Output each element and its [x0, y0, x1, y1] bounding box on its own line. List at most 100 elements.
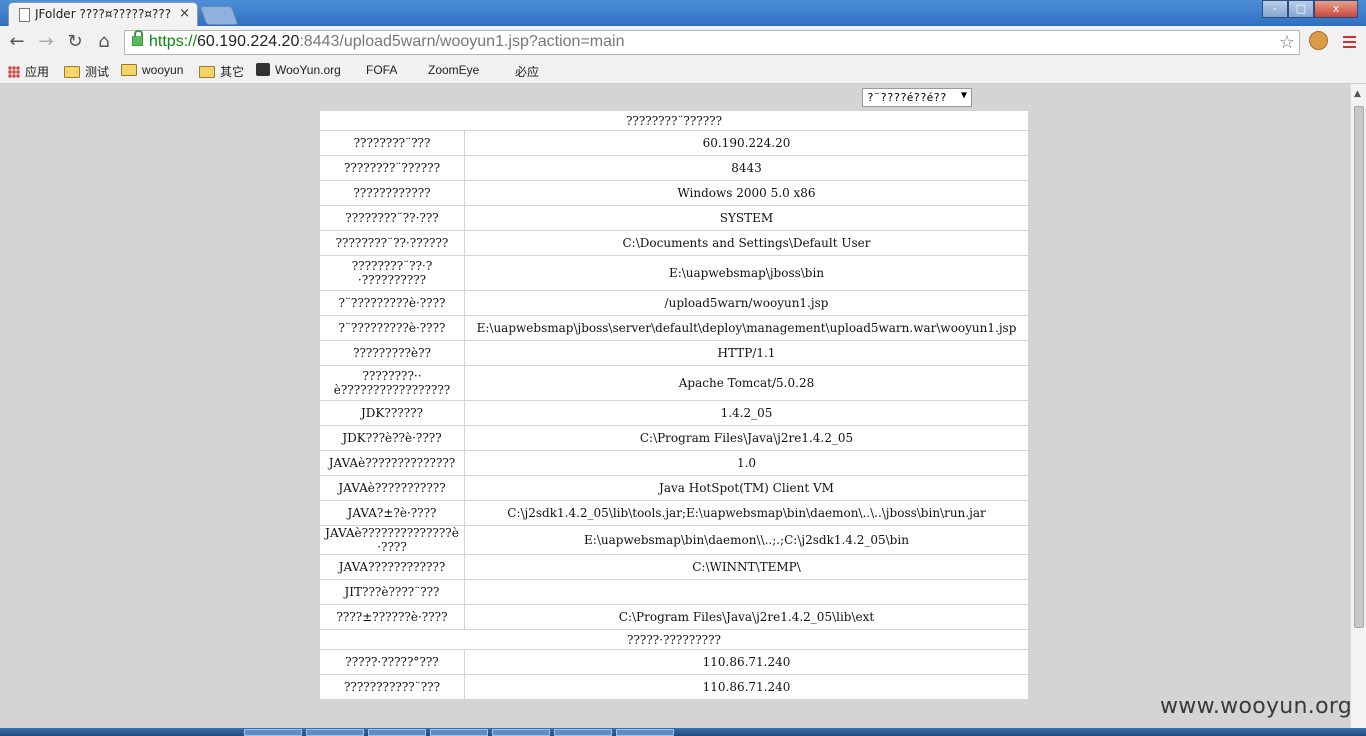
- page-favicon-icon: [19, 8, 30, 22]
- table-row: JAVAè??????????? Java HotSpot(TM) Client …: [319, 475, 1029, 501]
- table-row: ????±??????è·???? C:\Program Files\Java\j…: [319, 604, 1029, 630]
- row-key: ????±??????è·????: [319, 604, 465, 630]
- address-bar[interactable]: https://60.190.224.20:8443/upload5warn/w…: [124, 30, 1300, 55]
- row-value: 1.0: [464, 450, 1029, 476]
- bookmark-zoomeye[interactable]: ZoomEye: [428, 63, 479, 160]
- row-key: ????????¨???: [319, 130, 465, 156]
- taskbar-item[interactable]: [492, 729, 550, 736]
- secure-lock-icon: [132, 30, 143, 46]
- table-row: ????????¨??·?·?????????? E:\uapwebsmap\jb…: [319, 255, 1029, 291]
- row-value: C:\Program Files\Java\j2re1.4.2_05\lib\e…: [464, 604, 1029, 630]
- row-key: ????????¨??·???: [319, 205, 465, 231]
- table-row: ?¨?????????è·????/upload5warn/wooyun1.js…: [319, 290, 1029, 316]
- bookmark-folder-test[interactable]: 测试: [64, 63, 109, 80]
- table-row: ?¨?????????è·???? E:\uapwebsmap\jboss\ser…: [319, 315, 1029, 341]
- row-key: JIT???è????¨???: [319, 579, 465, 605]
- row-key: ???????????¨???: [319, 674, 465, 700]
- browser-toolbar: ← → ↻ ⌂ https://60.190.224.20:8443/uploa…: [0, 26, 1366, 58]
- table-row: ???????????? Windows 2000 5.0 x86: [319, 180, 1029, 206]
- wooyun-favicon-icon: [256, 63, 270, 76]
- scrollbar-thumb[interactable]: [1354, 106, 1364, 628]
- chrome-menu-icon[interactable]: [1343, 36, 1356, 51]
- bookmarks-bar: 应用 测试 wooyun 其它 WooYun.org FOFA ZoomEye …: [0, 58, 1366, 160]
- row-key: ?¨?????????è·????: [319, 290, 465, 316]
- table-row: ???????????¨??? 110.86.71.240: [319, 674, 1029, 700]
- row-value: Apache Tomcat/5.0.28: [464, 365, 1029, 401]
- table-row: ????????¨??·?????? C:\Documents and Setti…: [319, 230, 1029, 256]
- cookie-extension-icon[interactable]: [1309, 31, 1328, 50]
- table-row: ????????··è????????????????? Apache Tomca…: [319, 365, 1029, 401]
- bookmark-apps[interactable]: 应用: [8, 63, 49, 80]
- vertical-scrollbar[interactable]: ▲: [1350, 84, 1366, 728]
- row-value: 60.190.224.20: [464, 130, 1029, 156]
- row-value: /upload5warn/wooyun1.jsp: [464, 290, 1029, 316]
- table-row: JDK???è??è·???? C:\Program Files\Java\j2r…: [319, 425, 1029, 451]
- folder-icon: [121, 64, 137, 76]
- table-row: JAVA?±?è·???? C:\j2sdk1.4.2_05\lib\tools.…: [319, 500, 1029, 526]
- reload-icon[interactable]: ↻: [65, 32, 85, 52]
- tab-title: JFolder ????¤?????¤???: [35, 7, 172, 21]
- bookmark-wooyun-org[interactable]: WooYun.org: [256, 63, 341, 77]
- bookmark-bing[interactable]: 必应: [515, 63, 539, 160]
- row-value: 8443: [464, 155, 1029, 181]
- taskbar-item[interactable]: [244, 729, 302, 736]
- maximize-button[interactable]: □: [1288, 0, 1314, 18]
- row-value: Java HotSpot(TM) Client VM: [464, 475, 1029, 501]
- browser-tab[interactable]: JFolder ????¤?????¤??? ×: [8, 2, 198, 26]
- table-row: ????????¨?????? 8443: [319, 155, 1029, 181]
- row-value: E:\uapwebsmap\jboss\server\default\deplo…: [464, 315, 1029, 341]
- row-key: JAVAè???????????: [319, 475, 465, 501]
- scroll-up-arrow-icon[interactable]: ▲: [1354, 89, 1361, 99]
- row-value: 110.86.71.240: [464, 674, 1029, 700]
- dropdown-arrow-icon: ▼: [960, 90, 967, 101]
- home-icon[interactable]: ⌂: [94, 32, 114, 52]
- row-key: ????????¨??·??????: [319, 230, 465, 256]
- apps-grid-icon: [8, 66, 20, 78]
- row-value: C:\Program Files\Java\j2re1.4.2_05: [464, 425, 1029, 451]
- bookmark-fofa[interactable]: FOFA: [366, 63, 397, 160]
- forward-arrow-icon[interactable]: →: [36, 32, 56, 52]
- watermark: www.wooyun.org: [1160, 694, 1353, 719]
- row-value: HTTP/1.1: [464, 340, 1029, 366]
- row-key: ????????¨??????: [319, 155, 465, 181]
- table-row: ?????·?????°??? 110.86.71.240: [319, 649, 1029, 675]
- section-header: ?????·?????????: [319, 629, 1029, 650]
- table-row: JIT???è????¨???: [319, 579, 1029, 605]
- row-key: ????????··è?????????????????: [319, 365, 465, 401]
- row-value: C:\WINNT\TEMP\: [464, 554, 1029, 580]
- row-value: Windows 2000 5.0 x86: [464, 180, 1029, 206]
- row-key: ????????????: [319, 180, 465, 206]
- taskbar-item[interactable]: [306, 729, 364, 736]
- minimize-button[interactable]: -: [1262, 0, 1288, 18]
- row-key: ?¨?????????è·????: [319, 315, 465, 341]
- taskbar-item[interactable]: [554, 729, 612, 736]
- bookmark-folder-wooyun[interactable]: wooyun: [121, 63, 183, 77]
- row-key: JAVA????????????: [319, 554, 465, 580]
- language-select[interactable]: ?¨????é??é?? ▼: [862, 88, 972, 107]
- row-value: E:\uapwebsmap\jboss\bin: [464, 255, 1029, 291]
- new-tab-button[interactable]: [199, 6, 239, 25]
- row-key: JDK??????: [319, 400, 465, 426]
- folder-icon: [64, 66, 80, 78]
- row-value: C:\Documents and Settings\Default User: [464, 230, 1029, 256]
- row-key: JAVAè??????????????è·????: [319, 525, 465, 555]
- taskbar-item[interactable]: [368, 729, 426, 736]
- row-value: C:\j2sdk1.4.2_05\lib\tools.jar;E:\uapweb…: [464, 500, 1029, 526]
- taskbar-item[interactable]: [430, 729, 488, 736]
- section-header-row: ?????·?????????: [319, 629, 1029, 650]
- bookmark-star-icon[interactable]: ☆: [1279, 32, 1295, 53]
- section-header: ????????¨??????: [319, 110, 1029, 131]
- table-row: JAVAè??????????????è·???? E:\uapwebsmap\b…: [319, 525, 1029, 555]
- bookmark-folder-other[interactable]: 其它: [199, 63, 244, 80]
- table-row: ?????????è?? HTTP/1.1: [319, 340, 1029, 366]
- close-window-button[interactable]: x: [1314, 0, 1358, 18]
- back-arrow-icon[interactable]: ←: [7, 32, 27, 52]
- section-header-row: ????????¨??????: [319, 110, 1029, 131]
- row-key: ?????????è??: [319, 340, 465, 366]
- table-row: JAVAè?????????????? 1.0: [319, 450, 1029, 476]
- tab-close-icon[interactable]: ×: [179, 6, 190, 21]
- row-key: JAVAè??????????????: [319, 450, 465, 476]
- taskbar-item[interactable]: [616, 729, 674, 736]
- table-row: JDK?????? 1.4.2_05: [319, 400, 1029, 426]
- row-key: JAVA?±?è·????: [319, 500, 465, 526]
